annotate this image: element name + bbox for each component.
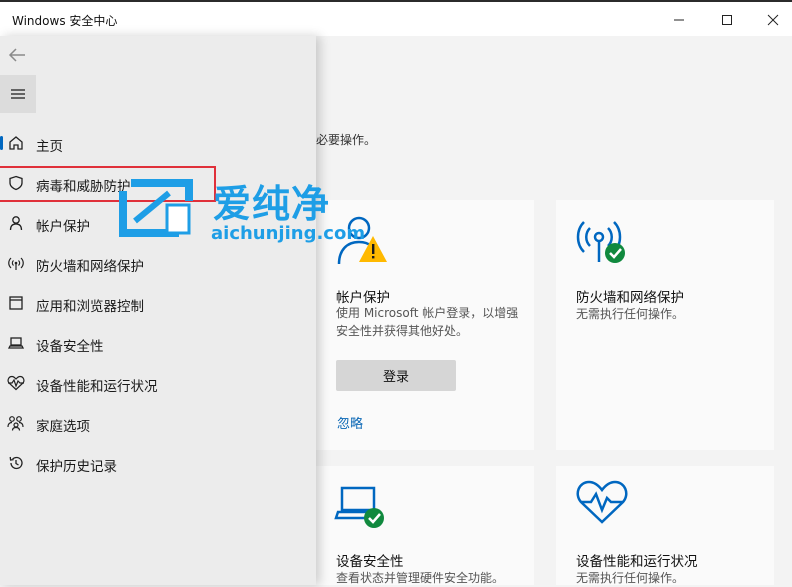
firewall-ok-icon <box>576 221 625 263</box>
card-desc-account: 使用 Microsoft 帐户登录，以增强安全性并获得其他好处。 <box>336 306 519 338</box>
selected-indicator <box>0 136 3 150</box>
person-icon <box>7 214 25 232</box>
sidebar-item-label: 帐户保护 <box>36 219 90 235</box>
hamburger-menu-icon <box>11 89 25 99</box>
heart-pulse-icon <box>7 374 25 392</box>
watermark-logo-icon <box>119 179 193 237</box>
maximize-button[interactable] <box>704 4 750 36</box>
sidebar-item-family-options[interactable]: 家庭选项 <box>0 404 316 442</box>
card-desc-device-performance: 无需执行任何操作。 <box>576 571 685 585</box>
watermark: 爱纯净 aichunjing.com <box>117 175 372 250</box>
back-arrow-icon <box>8 48 25 62</box>
sidebar-item-label: 设备安全性 <box>36 339 104 355</box>
card-title-firewall: 防火墙和网络保护 <box>576 290 684 306</box>
sidebar-item-device-security[interactable]: 设备安全性 <box>0 324 316 362</box>
history-icon <box>7 454 25 472</box>
sign-in-button[interactable]: 登录 <box>336 360 456 391</box>
heart-pulse-icon <box>576 480 628 524</box>
sidebar-item-label: 应用和浏览器控制 <box>36 299 144 315</box>
card-desc-device-security: 查看状态并管理硬件安全功能。 <box>336 571 505 585</box>
close-button[interactable] <box>750 4 792 36</box>
close-icon <box>767 14 779 26</box>
back-button[interactable] <box>4 42 30 68</box>
home-icon <box>7 134 25 152</box>
laptop-icon <box>7 334 25 352</box>
card-title-device-performance: 设备性能和运行状况 <box>576 554 698 570</box>
sidebar-item-label: 家庭选项 <box>36 419 90 435</box>
watermark-chinese-text: 爱纯净 <box>213 182 331 226</box>
minimize-button[interactable] <box>656 4 702 36</box>
sidebar-item-app-browser-control[interactable]: 应用和浏览器控制 <box>0 284 316 322</box>
sidebar-item-label: 设备性能和运行状况 <box>36 379 158 395</box>
family-icon <box>7 414 25 432</box>
sidebar-item-label: 防火墙和网络保护 <box>36 259 144 275</box>
wireless-antenna-icon <box>7 254 25 272</box>
card-title-device-security: 设备安全性 <box>336 554 404 570</box>
card-title-account: 帐户保护 <box>336 290 390 306</box>
app-window-icon <box>7 294 25 312</box>
status-summary-text: 必要操作。 <box>316 133 377 147</box>
sidebar-item-label: 主页 <box>36 139 63 155</box>
sidebar-item-home[interactable]: 主页 <box>0 124 316 162</box>
minimize-icon <box>674 19 684 21</box>
window-title: Windows 安全中心 <box>12 14 118 28</box>
sidebar-item-protection-history[interactable]: 保护历史记录 <box>0 444 316 482</box>
sidebar-item-label: 保护历史记录 <box>36 459 117 475</box>
title-bar: Windows 安全中心 <box>0 2 792 36</box>
card-desc-firewall: 无需执行任何操作。 <box>576 307 685 321</box>
sidebar-item-device-performance[interactable]: 设备性能和运行状况 <box>0 364 316 402</box>
watermark-url-text: aichunjing.com <box>211 223 366 244</box>
laptop-ok-icon <box>334 486 384 528</box>
menu-button[interactable] <box>0 75 36 113</box>
maximize-icon <box>722 15 732 25</box>
dismiss-link[interactable]: 忽略 <box>337 413 363 432</box>
